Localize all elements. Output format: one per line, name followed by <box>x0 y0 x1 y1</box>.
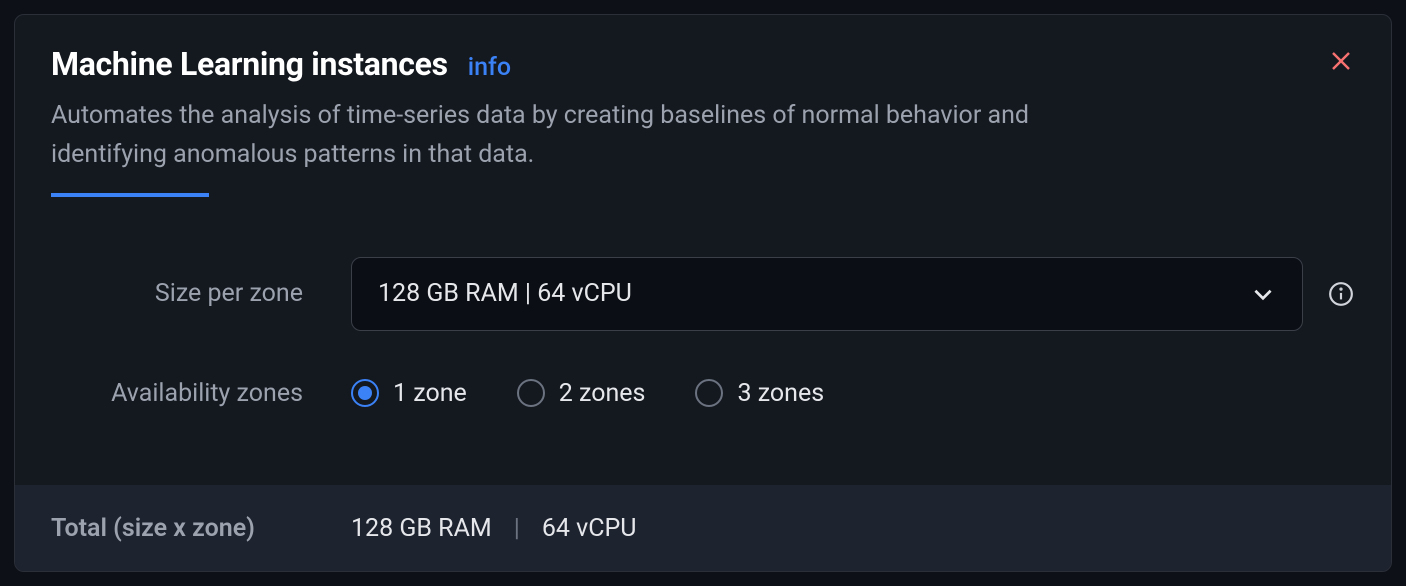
zone-option-2[interactable]: 2 zones <box>517 379 646 408</box>
panel-title: Machine Learning instances <box>51 45 448 83</box>
close-icon <box>1330 50 1352 72</box>
zones-radio-group: 1 zone 2 zones 3 zones <box>351 379 824 408</box>
availability-zones-label: Availability zones <box>51 379 351 408</box>
panel-body: Size per zone 128 GB RAM | 64 vCPU <box>15 215 1391 486</box>
panel-description: Automates the analysis of time-series da… <box>51 97 1051 175</box>
availability-zones-row: Availability zones 1 zone 2 zones 3 zone… <box>51 379 1355 408</box>
chevron-down-icon <box>1250 281 1276 307</box>
total-ram: 128 GB RAM <box>351 514 492 543</box>
total-label: Total (size x zone) <box>51 514 351 543</box>
size-info-button[interactable] <box>1327 280 1355 308</box>
zone-option-1[interactable]: 1 zone <box>351 379 467 408</box>
title-row: Machine Learning instances info <box>51 45 1355 83</box>
radio-dot <box>358 386 372 400</box>
active-tab-indicator <box>51 193 209 197</box>
zone-option-2-label: 2 zones <box>559 379 646 408</box>
radio-icon <box>695 379 723 407</box>
ml-instances-panel: Machine Learning instances info Automate… <box>14 14 1392 572</box>
info-link[interactable]: info <box>468 53 511 82</box>
panel-footer: Total (size x zone) 128 GB RAM | 64 vCPU <box>15 485 1391 571</box>
size-per-zone-label: Size per zone <box>51 279 351 308</box>
info-icon <box>1328 281 1354 307</box>
size-per-zone-value: 128 GB RAM | 64 vCPU <box>378 279 632 308</box>
zone-option-3-label: 3 zones <box>737 379 824 408</box>
total-cpu: 64 vCPU <box>542 514 637 543</box>
size-per-zone-row: Size per zone 128 GB RAM | 64 vCPU <box>51 257 1355 331</box>
radio-icon <box>517 379 545 407</box>
panel-header: Machine Learning instances info Automate… <box>15 15 1391 215</box>
size-per-zone-select[interactable]: 128 GB RAM | 64 vCPU <box>351 257 1303 331</box>
select-wrapper: 128 GB RAM | 64 vCPU <box>351 257 1355 331</box>
close-button[interactable] <box>1327 47 1355 75</box>
total-values: 128 GB RAM | 64 vCPU <box>351 514 636 543</box>
zone-option-3[interactable]: 3 zones <box>695 379 824 408</box>
divider: | <box>514 514 520 543</box>
zone-option-1-label: 1 zone <box>393 379 467 408</box>
radio-icon <box>351 379 379 407</box>
